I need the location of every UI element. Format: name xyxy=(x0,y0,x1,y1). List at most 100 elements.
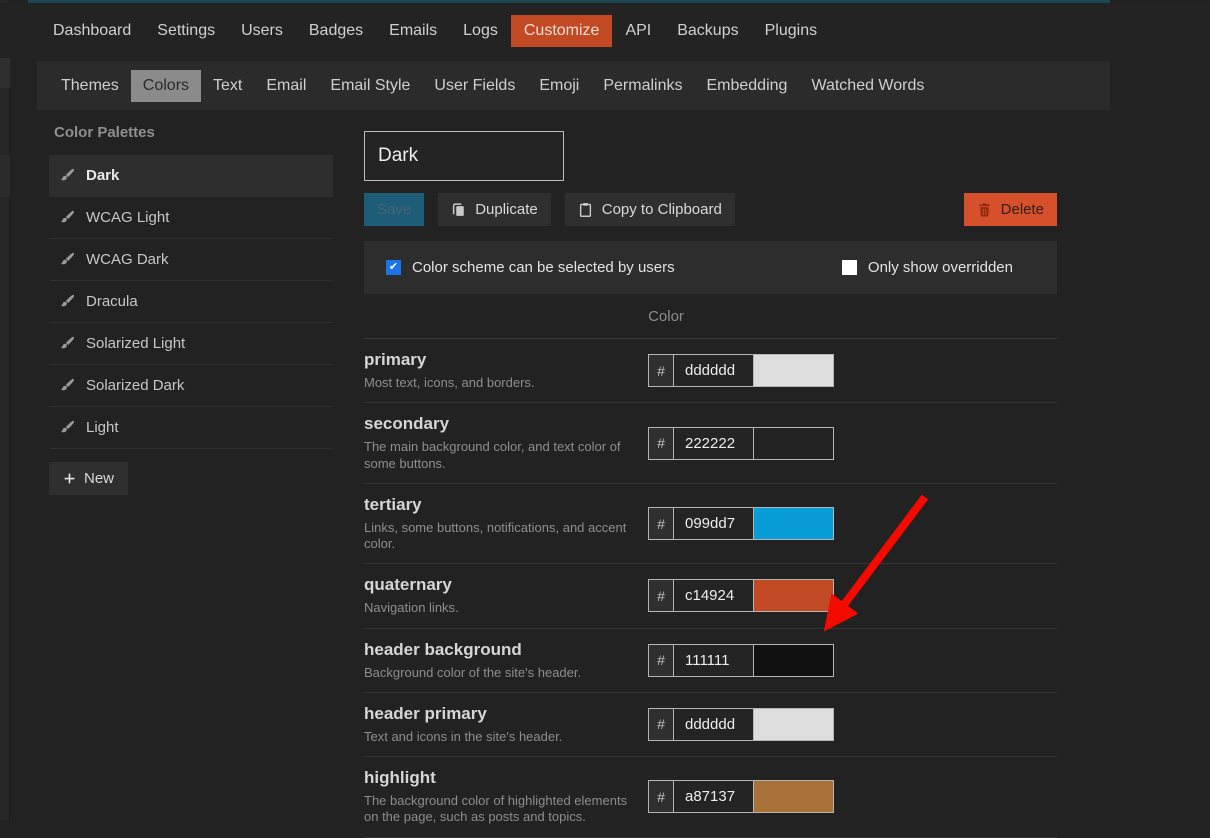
color-row: highlight The background color of highli… xyxy=(364,757,1057,838)
copy-to-clipboard-label: Copy to Clipboard xyxy=(602,201,722,218)
admin-nav-item[interactable]: Backups xyxy=(664,15,751,47)
color-row-info: tertiary Links, some buttons, notificati… xyxy=(364,495,648,553)
paintbrush-icon xyxy=(60,294,75,309)
color-row-info: header primary Text and icons in the sit… xyxy=(364,704,648,745)
palette-list-item[interactable]: WCAG Light xyxy=(49,197,333,239)
paintbrush-icon xyxy=(60,336,75,351)
color-row-info: header background Background color of th… xyxy=(364,640,648,681)
option-toggle: Color scheme can be selected by users xyxy=(386,259,675,276)
customize-sub-nav: Themes Colors Text Email Email Style Use… xyxy=(37,61,1110,110)
delete-button[interactable]: Delete xyxy=(964,193,1057,226)
duplicate-label: Duplicate xyxy=(475,201,538,218)
duplicate-button[interactable]: Duplicate xyxy=(438,193,551,226)
hex-input-group: # xyxy=(648,644,834,677)
hex-prefix: # xyxy=(648,427,674,460)
palette-list-item[interactable]: Solarized Dark xyxy=(49,365,333,407)
sub-nav-item[interactable]: Text xyxy=(201,70,254,102)
color-row: tertiary Links, some buttons, notificati… xyxy=(364,484,1057,565)
palette-list-item[interactable]: Dracula xyxy=(49,281,333,323)
new-palette-label: New xyxy=(84,470,114,487)
color-description: Most text, icons, and borders. xyxy=(364,375,638,391)
admin-nav-item[interactable]: Plugins xyxy=(752,15,830,47)
sub-nav-item[interactable]: Permalinks xyxy=(591,70,694,102)
palette-name: Dark xyxy=(86,167,119,184)
hex-value-input[interactable] xyxy=(674,708,754,741)
color-table: Color primary Most text, icons, and bord… xyxy=(364,294,1057,838)
admin-nav-item[interactable]: Dashboard xyxy=(40,15,144,47)
color-swatch[interactable] xyxy=(754,708,834,741)
admin-nav-item[interactable]: Settings xyxy=(144,15,228,47)
sub-nav-item[interactable]: User Fields xyxy=(422,70,527,102)
palette-list-item[interactable]: WCAG Dark xyxy=(49,239,333,281)
palette-editor: Save Duplicate Copy to Clipboard Delete … xyxy=(364,131,1057,838)
hex-input-group: # xyxy=(648,354,834,387)
color-swatch[interactable] xyxy=(754,354,834,387)
sub-nav-item[interactable]: Themes xyxy=(49,70,131,102)
palette-name: WCAG Dark xyxy=(86,251,169,268)
sidebar-title: Color Palettes xyxy=(49,124,333,141)
sub-nav-item[interactable]: Colors xyxy=(131,70,201,102)
admin-nav-item[interactable]: Users xyxy=(228,15,296,47)
sub-nav-item[interactable]: Emoji xyxy=(527,70,591,102)
color-swatch[interactable] xyxy=(754,579,834,612)
palette-name-input[interactable] xyxy=(364,131,564,181)
color-swatch[interactable] xyxy=(754,427,834,460)
color-row: secondary The main background color, and… xyxy=(364,403,1057,484)
hex-value-input[interactable] xyxy=(674,579,754,612)
palette-list-item[interactable]: Light xyxy=(49,407,333,449)
checkbox[interactable] xyxy=(386,260,401,275)
paintbrush-icon xyxy=(60,252,75,267)
toggle-label: Only show overridden xyxy=(868,259,1013,276)
paintbrush-icon xyxy=(60,420,75,435)
sub-nav-item[interactable]: Email xyxy=(254,70,318,102)
hex-prefix: # xyxy=(648,644,674,677)
hex-prefix: # xyxy=(648,708,674,741)
hex-value-input[interactable] xyxy=(674,427,754,460)
admin-nav-item[interactable]: Customize xyxy=(511,15,613,47)
color-row-info: primary Most text, icons, and borders. xyxy=(364,350,648,391)
editor-toolbar: Save Duplicate Copy to Clipboard Delete xyxy=(364,193,1057,226)
save-button[interactable]: Save xyxy=(364,193,424,226)
color-swatch[interactable] xyxy=(754,644,834,677)
option-toggle: Only show overridden xyxy=(842,259,1013,276)
checkbox[interactable] xyxy=(842,260,857,275)
hex-input-group: # xyxy=(648,780,834,813)
trash-icon xyxy=(977,202,992,217)
hex-input-group: # xyxy=(648,427,834,460)
color-row-info: secondary The main background color, and… xyxy=(364,414,648,472)
color-table-header: Color xyxy=(364,294,1057,339)
hex-prefix: # xyxy=(648,354,674,387)
admin-nav-item[interactable]: Badges xyxy=(296,15,376,47)
palette-list-item[interactable]: Dark xyxy=(49,155,333,197)
hex-value-input[interactable] xyxy=(674,354,754,387)
sub-nav-item[interactable]: Watched Words xyxy=(799,70,936,102)
copy-to-clipboard-button[interactable]: Copy to Clipboard xyxy=(565,193,735,226)
admin-nav-item[interactable]: Logs xyxy=(450,15,511,47)
sub-nav-item[interactable]: Embedding xyxy=(694,70,799,102)
color-palettes-sidebar: Color Palettes Dark WCAG Light WCAG xyxy=(49,124,333,495)
hex-value-input[interactable] xyxy=(674,507,754,540)
hex-value-input[interactable] xyxy=(674,644,754,677)
color-name: secondary xyxy=(364,414,638,434)
palette-list-item[interactable]: Solarized Light xyxy=(49,323,333,365)
delete-label: Delete xyxy=(1001,201,1044,218)
color-description: Text and icons in the site's header. xyxy=(364,729,638,745)
color-name: highlight xyxy=(364,768,638,788)
paintbrush-icon xyxy=(60,168,75,183)
clipboard-icon xyxy=(578,202,593,217)
color-name: primary xyxy=(364,350,638,370)
admin-nav-item[interactable]: API xyxy=(612,15,664,47)
new-palette-button[interactable]: New xyxy=(49,462,128,495)
hex-value-input[interactable] xyxy=(674,780,754,813)
color-description: Background color of the site's header. xyxy=(364,665,638,681)
hex-prefix: # xyxy=(648,780,674,813)
admin-nav-item[interactable]: Emails xyxy=(376,15,450,47)
color-row: primary Most text, icons, and borders. # xyxy=(364,339,1057,403)
sub-nav-item[interactable]: Email Style xyxy=(318,70,422,102)
palette-name: Dracula xyxy=(86,293,138,310)
color-swatch[interactable] xyxy=(754,507,834,540)
color-row-info: highlight The background color of highli… xyxy=(364,768,648,826)
color-swatch[interactable] xyxy=(754,780,834,813)
color-name: header background xyxy=(364,640,638,660)
plus-icon xyxy=(63,472,76,485)
